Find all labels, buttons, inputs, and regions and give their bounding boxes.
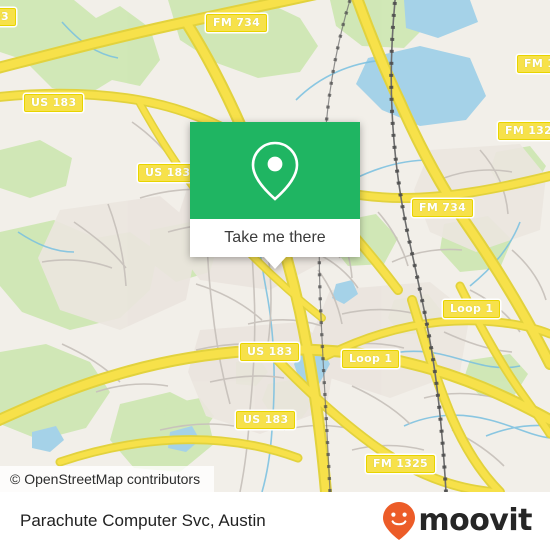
road-label-fm-734-right: FM 734 xyxy=(412,199,474,217)
moovit-brand[interactable]: moovit xyxy=(382,501,532,541)
moovit-wordmark: moovit xyxy=(418,503,532,538)
road-label-us-183-left: US 183 xyxy=(24,94,84,112)
road-label-us-183-bottom: US 183 xyxy=(236,411,296,429)
road-label-fm-734-top: FM 734 xyxy=(206,14,268,32)
map-pin-icon xyxy=(251,141,299,201)
road-label-fm-1-right: FM 1 xyxy=(517,55,550,73)
footer-bar: Parachute Computer Svc, Austin moovit xyxy=(0,492,550,550)
map-attribution[interactable]: © OpenStreetMap contributors xyxy=(0,466,215,492)
road-label-loop-1-center: Loop 1 xyxy=(342,350,400,368)
road-label-loop-1-right: Loop 1 xyxy=(443,300,501,318)
location-popup[interactable]: Take me there xyxy=(190,122,360,269)
popup-pointer-tail xyxy=(264,257,286,269)
attribution-text: © OpenStreetMap contributors xyxy=(10,471,201,487)
moovit-map-page: 83 FM 734 FM 1 US 183 FM 1325 US 183 FM … xyxy=(0,0,550,550)
map-canvas[interactable]: 83 FM 734 FM 1 US 183 FM 1325 US 183 FM … xyxy=(0,0,550,492)
road-label-us-183-top-left: 83 xyxy=(0,8,16,26)
road-label-fm-1325-right: FM 1325 xyxy=(498,122,550,140)
popup-header xyxy=(190,122,360,219)
take-me-there-label: Take me there xyxy=(224,229,326,246)
popup-action-bar[interactable]: Take me there xyxy=(190,219,360,257)
road-label-fm-1325-bottom: FM 1325 xyxy=(366,455,436,473)
moovit-pin-smiley-icon xyxy=(383,502,416,540)
road-label-us-183-lower: US 183 xyxy=(240,343,300,361)
place-title: Parachute Computer Svc, Austin xyxy=(20,511,266,530)
road-label-us-183-center: US 183 xyxy=(138,164,198,182)
